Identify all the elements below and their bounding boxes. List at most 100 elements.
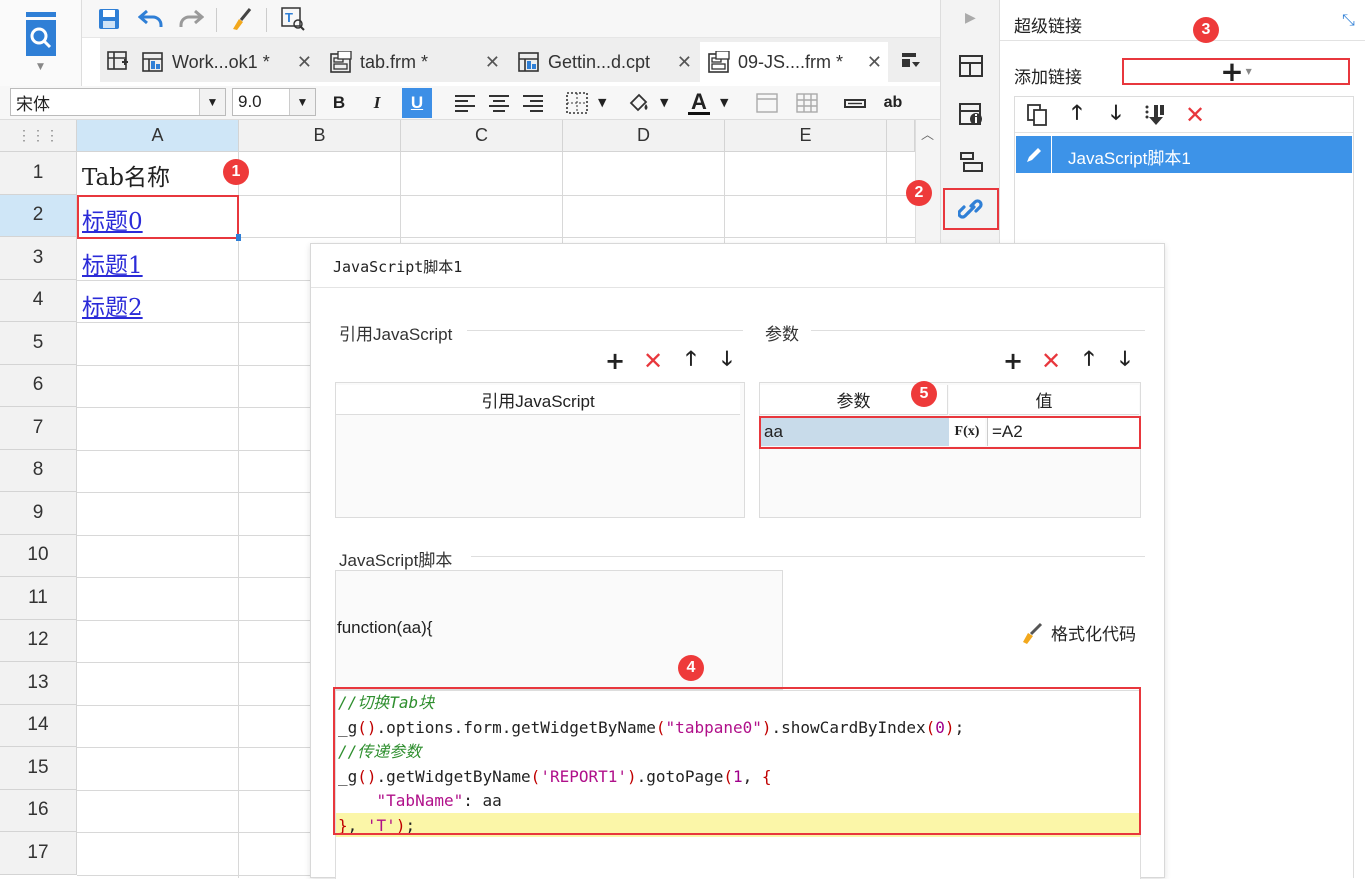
javascript-dialog: JavaScript脚本1 引用JavaScript + ✕ 🡑 🡓 引用Jav… bbox=[310, 243, 1165, 879]
row-header[interactable]: 6 bbox=[0, 364, 77, 407]
align-right-icon[interactable] bbox=[518, 88, 548, 118]
row-header[interactable]: 7 bbox=[0, 407, 77, 450]
move-up-icon[interactable]: 🡑 bbox=[677, 346, 705, 375]
column-header-c[interactable]: C bbox=[401, 120, 563, 152]
script-section-title: JavaScript脚本 bbox=[339, 551, 453, 570]
row-header[interactable]: 15 bbox=[0, 747, 77, 790]
format-code-button[interactable]: 格式化代码 bbox=[1021, 620, 1136, 645]
chevron-down-icon[interactable]: ▼ bbox=[598, 96, 606, 109]
close-tab-icon[interactable]: ✕ bbox=[485, 52, 500, 73]
tab-getting-started[interactable]: Gettin...d.cpt ✕ bbox=[510, 42, 698, 82]
column-label: D bbox=[637, 125, 650, 145]
move-down-icon[interactable]: 🡓 bbox=[713, 346, 741, 375]
collapse-arrow-icon[interactable]: ▶ bbox=[965, 10, 976, 26]
chevron-down-icon[interactable]: ▼ bbox=[720, 96, 728, 109]
split-cells-icon[interactable] bbox=[792, 88, 822, 118]
save-icon[interactable] bbox=[94, 4, 124, 34]
cell-attribute-icon[interactable] bbox=[955, 98, 987, 130]
bold-button[interactable]: B bbox=[324, 88, 354, 118]
close-tab-icon[interactable]: ✕ bbox=[867, 52, 882, 73]
column-header-d[interactable]: D bbox=[563, 120, 725, 152]
move-down-icon[interactable]: 🡓 bbox=[1111, 346, 1139, 375]
format-toolbar: 宋体 ▼ 9.0 ▼ B I U ▼ ▼ A ▼ ab bbox=[0, 86, 940, 120]
delete-icon[interactable]: ✕ bbox=[1182, 101, 1208, 129]
link-list-item[interactable]: JavaScript脚本1 bbox=[1016, 136, 1352, 173]
step-badge-2: 2 bbox=[906, 180, 932, 206]
tab-09-js-frm[interactable]: 09-JS....frm * ✕ bbox=[700, 42, 888, 82]
cell-fill-handle[interactable] bbox=[236, 234, 241, 241]
widget-settings-icon[interactable] bbox=[955, 146, 987, 178]
delete-icon[interactable]: ✕ bbox=[1037, 347, 1065, 375]
row-header[interactable]: 11 bbox=[0, 577, 77, 620]
column-header-a[interactable]: A bbox=[77, 120, 239, 152]
align-center-icon[interactable] bbox=[484, 88, 514, 118]
params-value-header-label: 值 bbox=[1035, 392, 1053, 412]
underline-label: U bbox=[410, 93, 424, 112]
fill-color-icon[interactable] bbox=[624, 88, 654, 118]
new-template-icon[interactable] bbox=[106, 48, 130, 72]
format-painter-icon[interactable] bbox=[226, 4, 256, 34]
row-header[interactable]: 8 bbox=[0, 449, 77, 492]
column-header-f[interactable] bbox=[887, 120, 915, 152]
column-header-e[interactable]: E bbox=[725, 120, 887, 152]
text-color-glyph: A bbox=[691, 88, 707, 114]
undo-icon[interactable] bbox=[136, 4, 166, 34]
row-header[interactable]: 5 bbox=[0, 322, 77, 365]
add-icon[interactable]: + bbox=[999, 347, 1027, 375]
row-header[interactable]: 1 bbox=[0, 152, 77, 195]
text-color-icon[interactable]: A bbox=[684, 88, 714, 118]
close-tab-icon[interactable]: ✕ bbox=[677, 52, 692, 73]
font-size-select[interactable]: 9.0 ▼ bbox=[232, 88, 316, 116]
italic-button[interactable]: I bbox=[362, 88, 392, 118]
row-header[interactable]: 2 bbox=[0, 194, 77, 237]
move-up-icon[interactable]: 🡑 bbox=[1064, 100, 1090, 128]
chevron-down-icon[interactable]: ▼ bbox=[289, 89, 315, 115]
row-header[interactable]: 14 bbox=[0, 704, 77, 747]
cell-a4[interactable]: 标题2 bbox=[82, 288, 143, 322]
underline-button[interactable]: U bbox=[402, 88, 432, 118]
redo-icon[interactable] bbox=[176, 4, 206, 34]
merge-cells-icon[interactable] bbox=[752, 88, 782, 118]
cell-a3[interactable]: 标题1 bbox=[82, 246, 143, 280]
selected-cell-highlight bbox=[77, 195, 239, 239]
delete-icon[interactable]: ✕ bbox=[639, 347, 667, 375]
border-icon[interactable] bbox=[562, 88, 592, 118]
tab-tab-frm[interactable]: tab.frm * ✕ bbox=[322, 42, 506, 82]
document-tab-bar: Work...ok1 * ✕ tab.frm * ✕ Gettin...d.cp… bbox=[100, 38, 940, 82]
add-link-label: 添加链接 bbox=[1014, 68, 1082, 87]
chevron-down-icon[interactable]: ▼ bbox=[199, 89, 225, 115]
row-header[interactable]: 12 bbox=[0, 619, 77, 662]
move-up-icon[interactable]: 🡑 bbox=[1075, 346, 1103, 375]
tab-list-menu-icon[interactable] bbox=[896, 48, 926, 74]
scroll-up-icon[interactable]: ︿ bbox=[921, 124, 934, 143]
cell-element-icon[interactable] bbox=[955, 50, 987, 82]
add-link-button[interactable]: + ▼ bbox=[1122, 57, 1350, 85]
chevron-down-icon[interactable]: ▼ bbox=[660, 96, 668, 109]
text-search-icon[interactable]: T bbox=[278, 4, 308, 34]
params-section-line bbox=[811, 330, 1145, 331]
column-header-b[interactable]: B bbox=[239, 120, 401, 152]
move-to-bottom-icon[interactable] bbox=[1142, 102, 1168, 128]
move-down-icon[interactable]: 🡓 bbox=[1103, 100, 1129, 128]
close-tab-icon[interactable]: ✕ bbox=[297, 52, 312, 73]
row-header[interactable]: 4 bbox=[0, 279, 77, 322]
add-icon[interactable]: + bbox=[601, 347, 629, 375]
column-label: A bbox=[151, 125, 164, 145]
row-header[interactable]: 10 bbox=[0, 534, 77, 577]
designer-logo-icon[interactable] bbox=[24, 12, 60, 56]
row-header[interactable]: 13 bbox=[0, 662, 77, 705]
row-header[interactable]: 3 bbox=[0, 237, 77, 280]
widget-icon[interactable] bbox=[840, 88, 870, 118]
logo-dropdown-icon[interactable]: ▼ bbox=[37, 62, 44, 72]
tab-workbook[interactable]: Work...ok1 * ✕ bbox=[134, 42, 318, 82]
row-header[interactable]: 9 bbox=[0, 492, 77, 535]
row-header[interactable]: 17 bbox=[0, 832, 77, 875]
text-wrap-button[interactable]: ab bbox=[878, 88, 908, 118]
cell-a1[interactable]: Tab名称 bbox=[82, 158, 170, 192]
align-left-icon[interactable] bbox=[450, 88, 480, 118]
copy-icon[interactable] bbox=[1024, 102, 1050, 128]
select-all-corner[interactable]: ⋮⋮⋮ bbox=[0, 120, 77, 152]
font-name-select[interactable]: 宋体 ▼ bbox=[10, 88, 226, 116]
expand-panel-icon[interactable]: ⤡ bbox=[1342, 10, 1355, 30]
row-header[interactable]: 16 bbox=[0, 789, 77, 832]
